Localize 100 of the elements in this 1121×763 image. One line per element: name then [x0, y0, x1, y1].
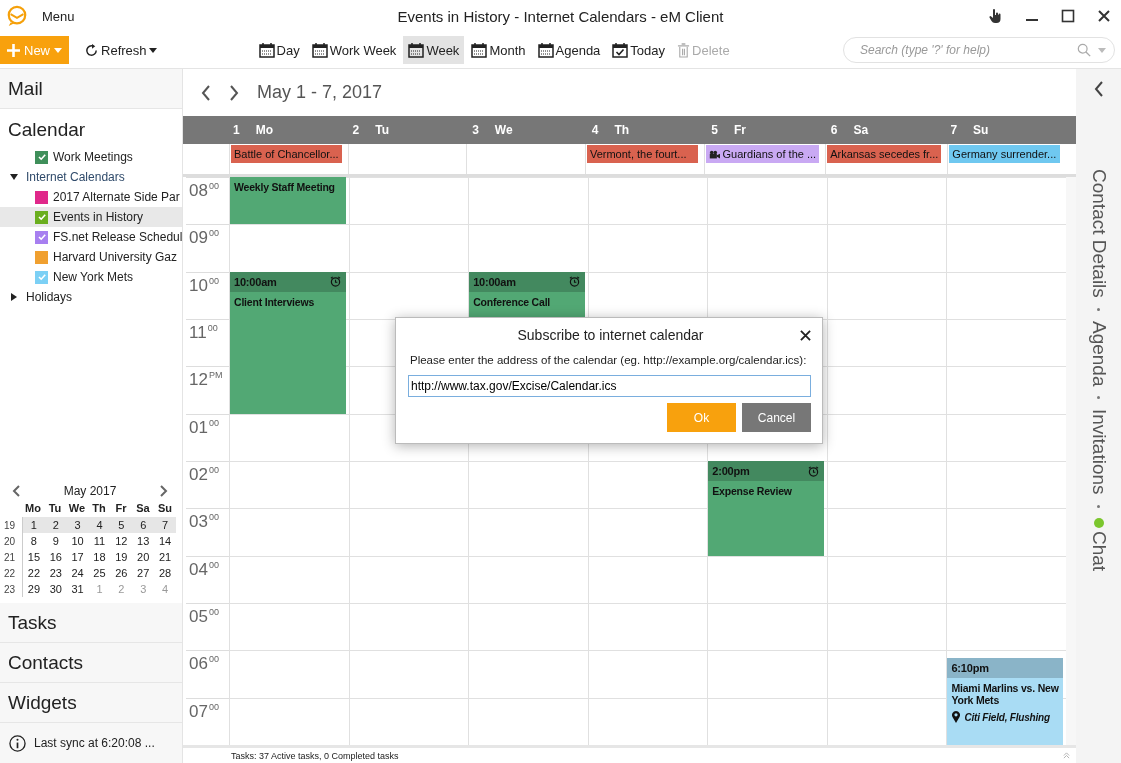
view-tab[interactable]: Work Week	[306, 36, 402, 64]
close-icon[interactable]	[1097, 9, 1111, 23]
weekday-label: Sa	[135, 502, 151, 516]
close-icon[interactable]	[800, 329, 811, 341]
all-day-event[interactable]: Vermont, the fourt...	[586, 145, 698, 163]
scrollbar[interactable]	[1066, 177, 1076, 745]
collapse-pane-icon[interactable]	[1093, 81, 1104, 97]
next-month-icon[interactable]	[160, 485, 168, 497]
day-number[interactable]: 9	[44, 535, 67, 547]
calendar-event[interactable]: 10:00am Conference Call	[469, 271, 585, 319]
expand-arrow-icon[interactable]	[10, 293, 18, 301]
day-number[interactable]: 14	[154, 535, 176, 547]
day-number[interactable]: 30	[44, 583, 67, 595]
view-tab[interactable]: Week	[403, 36, 465, 64]
previous-month-icon[interactable]	[12, 485, 20, 497]
day-number[interactable]: 27	[132, 567, 155, 579]
refresh-button[interactable]: Refresh	[79, 36, 162, 64]
view-tab[interactable]: Day	[253, 36, 305, 64]
hour-suffix: 00	[208, 464, 219, 475]
day-number[interactable]: 16	[44, 551, 67, 563]
day-number[interactable]: 11	[88, 535, 111, 547]
day-number[interactable]: 3	[66, 519, 89, 531]
day-name: Sa	[853, 123, 869, 137]
day-number[interactable]: 24	[66, 567, 89, 579]
week-number: 20	[4, 534, 17, 549]
calendar-checkbox[interactable]	[35, 150, 48, 164]
calendar-event[interactable]: 10:00am Client Interviews	[230, 271, 346, 414]
day-number[interactable]: 5	[110, 519, 133, 531]
calendar-event[interactable]: Weekly Staff Meeting	[230, 177, 346, 225]
day-number: 2	[352, 123, 360, 137]
day-number: 6	[830, 123, 838, 137]
day-number[interactable]: 12	[110, 535, 133, 547]
calendar-checkbox[interactable]	[35, 230, 48, 244]
day-number: 1	[233, 123, 240, 137]
nav-section-item[interactable]: Widgets	[0, 683, 182, 723]
day-number[interactable]: 23	[44, 567, 67, 579]
calendar-event[interactable]: 6:10pm Miami Marlins vs. New York Mets Citi Field, Flushing	[947, 658, 1063, 745]
window-title: Events in History - Internet Calendars - eM Client	[397, 7, 724, 25]
next-week-icon[interactable]	[229, 84, 239, 101]
hour-suffix: 00	[208, 512, 219, 523]
cancel-button[interactable]: Cancel	[742, 403, 811, 432]
day-number[interactable]: 7	[154, 519, 176, 531]
url-input-field[interactable]: http://www.tax.gov/Excise/Calendar.ics	[408, 375, 811, 397]
hour-label: 07	[189, 701, 208, 722]
day-number[interactable]: 31	[66, 583, 89, 595]
calendar-group-label[interactable]: Internet Calendars	[26, 170, 125, 184]
side-pane-tab[interactable]: Contact Details	[1087, 169, 1110, 298]
day-number[interactable]: 15	[23, 551, 45, 563]
calendar-icon	[537, 42, 554, 58]
nav-section-item[interactable]: Contacts	[0, 643, 182, 683]
side-pane-tab[interactable]: Chat	[1087, 530, 1110, 572]
event-title: Client Interviews	[233, 294, 316, 308]
day-number[interactable]: 8	[23, 535, 45, 547]
calendar-list-item[interactable]: FS.net Release Schedul	[0, 227, 182, 247]
side-pane-tab[interactable]: Agenda	[1087, 320, 1110, 387]
all-day-event[interactable]: Guardians of the ...	[705, 145, 820, 163]
day-number[interactable]: 22	[23, 567, 45, 579]
day-number[interactable]: 18	[88, 551, 111, 563]
calendar-event[interactable]: 2:00pm Expense Review	[708, 461, 824, 556]
day-number[interactable]: 17	[66, 551, 89, 563]
calendar-list-item[interactable]: Work Meetings	[0, 147, 182, 167]
day-number[interactable]: 19	[110, 551, 133, 563]
expand-arrow-icon[interactable]	[10, 173, 18, 181]
day-number[interactable]: 25	[88, 567, 111, 579]
hour-suffix: 00	[208, 559, 219, 570]
day-number[interactable]: 21	[154, 551, 176, 563]
calendar-list-item[interactable]: Harvard University Gaz	[0, 247, 182, 267]
calendar-list-item[interactable]: 2017 Alternate Side Par	[0, 187, 182, 207]
nav-section-item[interactable]: Tasks	[0, 603, 182, 643]
view-tab[interactable]: Agenda	[532, 36, 606, 64]
hand-pointer-icon[interactable]	[987, 8, 1003, 24]
calendar-nav-item[interactable]: Calendar	[0, 109, 182, 147]
day-number[interactable]: 20	[132, 551, 155, 563]
calendar-group-label[interactable]: Holidays	[26, 290, 73, 304]
calendar-icon	[258, 42, 275, 58]
calendar-checkbox[interactable]	[35, 270, 48, 284]
day-number[interactable]: 2	[44, 519, 67, 531]
view-tab[interactable]: Month	[466, 36, 531, 64]
event-time: 10:00am	[473, 275, 516, 288]
calendar-checkbox[interactable]	[35, 210, 48, 224]
calendar-checkbox[interactable]	[35, 250, 48, 264]
calendar-icon	[471, 42, 488, 58]
today-button[interactable]: Today	[607, 36, 671, 64]
calendar-list-item[interactable]: Events in History	[0, 207, 182, 227]
hour-label: 09	[189, 228, 208, 249]
day-number[interactable]: 10	[66, 535, 89, 547]
day-number[interactable]: 26	[110, 567, 133, 579]
side-pane-tab[interactable]: Invitations	[1087, 409, 1110, 495]
calendar-list-item[interactable]: New York Mets	[0, 267, 182, 287]
maximize-icon[interactable]	[1061, 9, 1075, 23]
day-number[interactable]: 28	[154, 567, 176, 579]
film-camera-icon	[708, 149, 720, 159]
previous-week-icon[interactable]	[201, 84, 211, 101]
day-number[interactable]: 6	[132, 519, 155, 531]
day-number[interactable]: 4	[88, 519, 111, 531]
calendar-checkbox[interactable]	[35, 190, 48, 204]
menu-button[interactable]: Menu	[42, 8, 75, 24]
day-number[interactable]: 29	[23, 583, 45, 595]
day-number[interactable]: 1	[23, 519, 45, 531]
day-number[interactable]: 13	[132, 535, 155, 547]
